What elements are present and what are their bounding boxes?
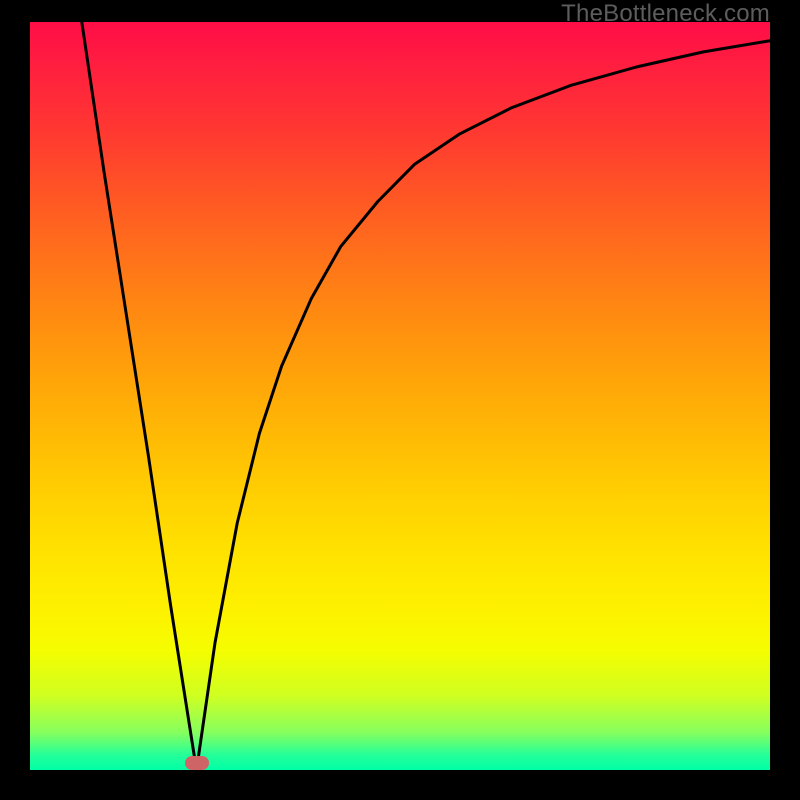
chart-stage: TheBottleneck.com <box>0 0 800 800</box>
plot-frame <box>30 22 770 770</box>
watermark-text: TheBottleneck.com <box>561 0 770 28</box>
optimum-marker <box>185 756 209 770</box>
curve-layer <box>30 22 770 770</box>
bottleneck-curve <box>82 22 770 770</box>
